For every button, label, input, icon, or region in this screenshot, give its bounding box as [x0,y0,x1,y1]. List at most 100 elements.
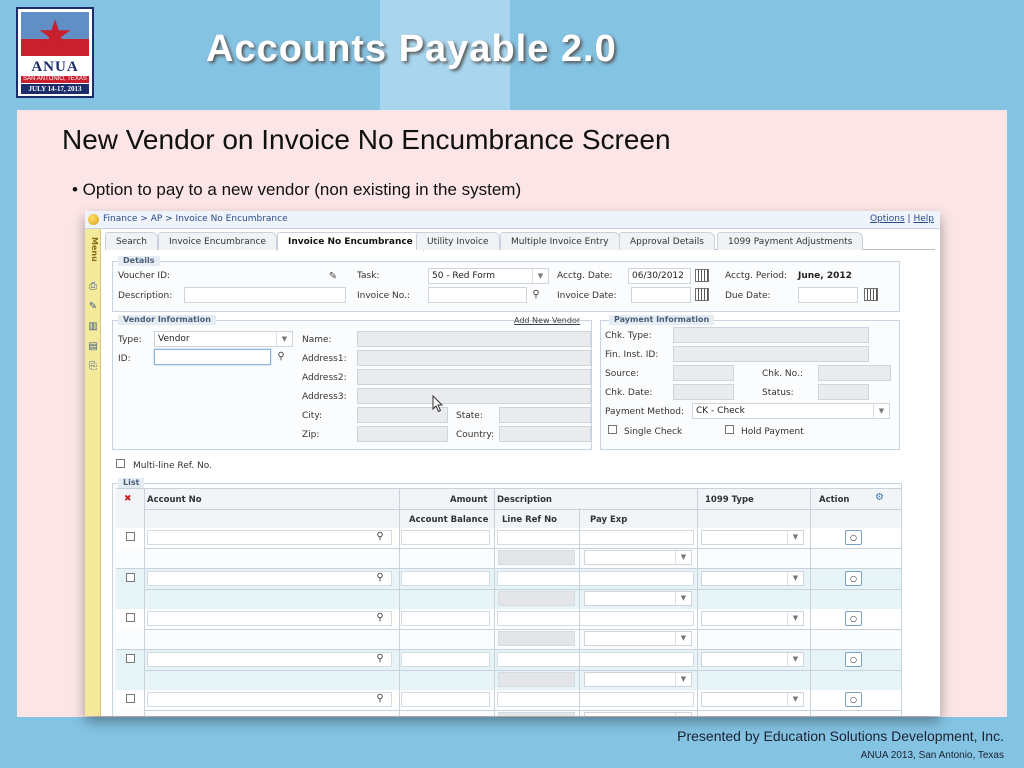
1099-type-select[interactable]: ▼ [701,692,804,707]
source-input[interactable] [673,365,734,381]
row-action-button[interactable]: ○ [845,692,862,707]
chk-no-input[interactable] [818,365,891,381]
chevron-down-icon[interactable]: ▼ [787,572,803,585]
calendar-icon[interactable] [695,269,709,282]
row-select-checkbox[interactable] [126,532,135,541]
chevron-down-icon[interactable]: ▼ [675,673,691,686]
row-action-button[interactable]: ○ [845,652,862,667]
chevron-down-icon[interactable]: ▼ [675,592,691,605]
row-action-button[interactable]: ○ [845,611,862,626]
state-input[interactable] [499,407,591,423]
multiline-ref-checkbox[interactable] [116,459,125,468]
search-icon[interactable]: ⚲ [273,349,289,365]
1099-type-select[interactable]: ▼ [701,652,804,667]
search-icon[interactable]: ⚲ [372,610,388,626]
row-select-checkbox[interactable] [126,694,135,703]
row-action-button[interactable]: ○ [845,530,862,545]
printer-icon[interactable]: ⎙ [87,281,99,292]
acctg-date-input[interactable]: 06/30/2012 [628,268,691,284]
country-input[interactable] [499,426,591,442]
chevron-down-icon[interactable]: ▼ [532,269,548,283]
line-ref-no-input[interactable] [498,712,575,716]
tab-approval-details[interactable]: Approval Details [619,232,715,250]
help-link[interactable]: Help [913,214,934,224]
search-icon[interactable]: ⚲ [528,287,544,303]
line-ref-no-input[interactable] [498,672,575,687]
1099-type-select[interactable]: ▼ [701,611,804,626]
pencil-icon[interactable]: ✎ [87,301,99,312]
pay-exp-select[interactable]: ▼ [584,672,692,687]
tab-1099-payment-adjustments[interactable]: 1099 Payment Adjustments [717,232,864,250]
side-menu[interactable]: Menu ⎙ ✎ ▥ ▤ ⎘ [85,229,101,716]
1099-type-select[interactable]: ▼ [701,530,804,545]
chk-type-input[interactable] [673,327,869,343]
line-ref-no-input[interactable] [498,591,575,606]
amount-input[interactable] [401,571,490,586]
description-input[interactable] [497,692,694,707]
chevron-down-icon[interactable]: ▼ [873,404,889,418]
pay-exp-select[interactable]: ▼ [584,712,692,716]
task-select[interactable]: 50 - Red Form ▼ [428,268,549,284]
address2-input[interactable] [357,369,591,385]
status-input[interactable] [818,384,869,400]
amount-input[interactable] [401,530,490,545]
chevron-down-icon[interactable]: ▼ [675,632,691,645]
row-select-checkbox[interactable] [126,613,135,622]
chevron-down-icon[interactable]: ▼ [787,612,803,625]
search-icon[interactable]: ⚲ [372,691,388,707]
hold-payment-checkbox[interactable] [725,425,734,434]
tab-multiple-invoice-entry[interactable]: Multiple Invoice Entry [500,232,620,250]
vendor-name-input[interactable] [357,331,591,347]
vendor-id-input[interactable] [154,349,271,365]
description-input[interactable] [184,287,346,303]
account-no-input[interactable] [147,652,392,667]
add-new-vendor-link[interactable]: Add New Vendor [514,316,580,325]
description-input[interactable] [497,652,694,667]
invoice-no-input[interactable] [428,287,527,303]
chevron-down-icon[interactable]: ▼ [675,713,691,716]
edit-icon[interactable]: ✎ [325,269,341,285]
zip-input[interactable] [357,426,448,442]
row-action-button[interactable]: ○ [845,571,862,586]
invoice-date-input[interactable] [631,287,691,303]
fin-inst-input[interactable] [673,346,869,362]
amount-input[interactable] [401,692,490,707]
due-date-input[interactable] [798,287,858,303]
column-settings-icon[interactable]: ⚙ [875,492,884,503]
line-ref-no-input[interactable] [498,631,575,646]
chk-date-input[interactable] [673,384,734,400]
account-no-input[interactable] [147,692,392,707]
row-select-checkbox[interactable] [126,573,135,582]
search-icon[interactable]: ⚲ [372,570,388,586]
address3-input[interactable] [357,388,591,404]
address1-input[interactable] [357,350,591,366]
chevron-down-icon[interactable]: ▼ [675,551,691,564]
pay-exp-select[interactable]: ▼ [584,591,692,606]
search-icon[interactable]: ⚲ [372,651,388,667]
search-icon[interactable]: ⚲ [372,529,388,545]
delete-icon[interactable]: ✖ [124,494,132,504]
options-link[interactable]: Options [870,214,905,224]
tab-invoice-no-encumbrance[interactable]: Invoice No Encumbrance [277,232,424,251]
account-no-input[interactable] [147,571,392,586]
tab-utility-invoice[interactable]: Utility Invoice [416,232,500,250]
amount-input[interactable] [401,611,490,626]
chart-icon[interactable]: ▥ [87,321,99,332]
pay-exp-select[interactable]: ▼ [584,550,692,565]
chevron-down-icon[interactable]: ▼ [787,693,803,706]
account-no-input[interactable] [147,611,392,626]
line-ref-no-input[interactable] [498,550,575,565]
payment-method-select[interactable]: CK - Check ▼ [692,403,890,419]
calculator-icon[interactable]: ▤ [87,341,99,352]
1099-type-select[interactable]: ▼ [701,571,804,586]
description-input[interactable] [497,530,694,545]
account-no-input[interactable] [147,530,392,545]
calendar-icon[interactable] [864,288,878,301]
tab-search[interactable]: Search [105,232,158,250]
amount-input[interactable] [401,652,490,667]
calendar-icon[interactable] [695,288,709,301]
attach-icon[interactable]: ⎘ [87,361,99,372]
single-check-checkbox[interactable] [608,425,617,434]
pay-exp-select[interactable]: ▼ [584,631,692,646]
chevron-down-icon[interactable]: ▼ [787,531,803,544]
